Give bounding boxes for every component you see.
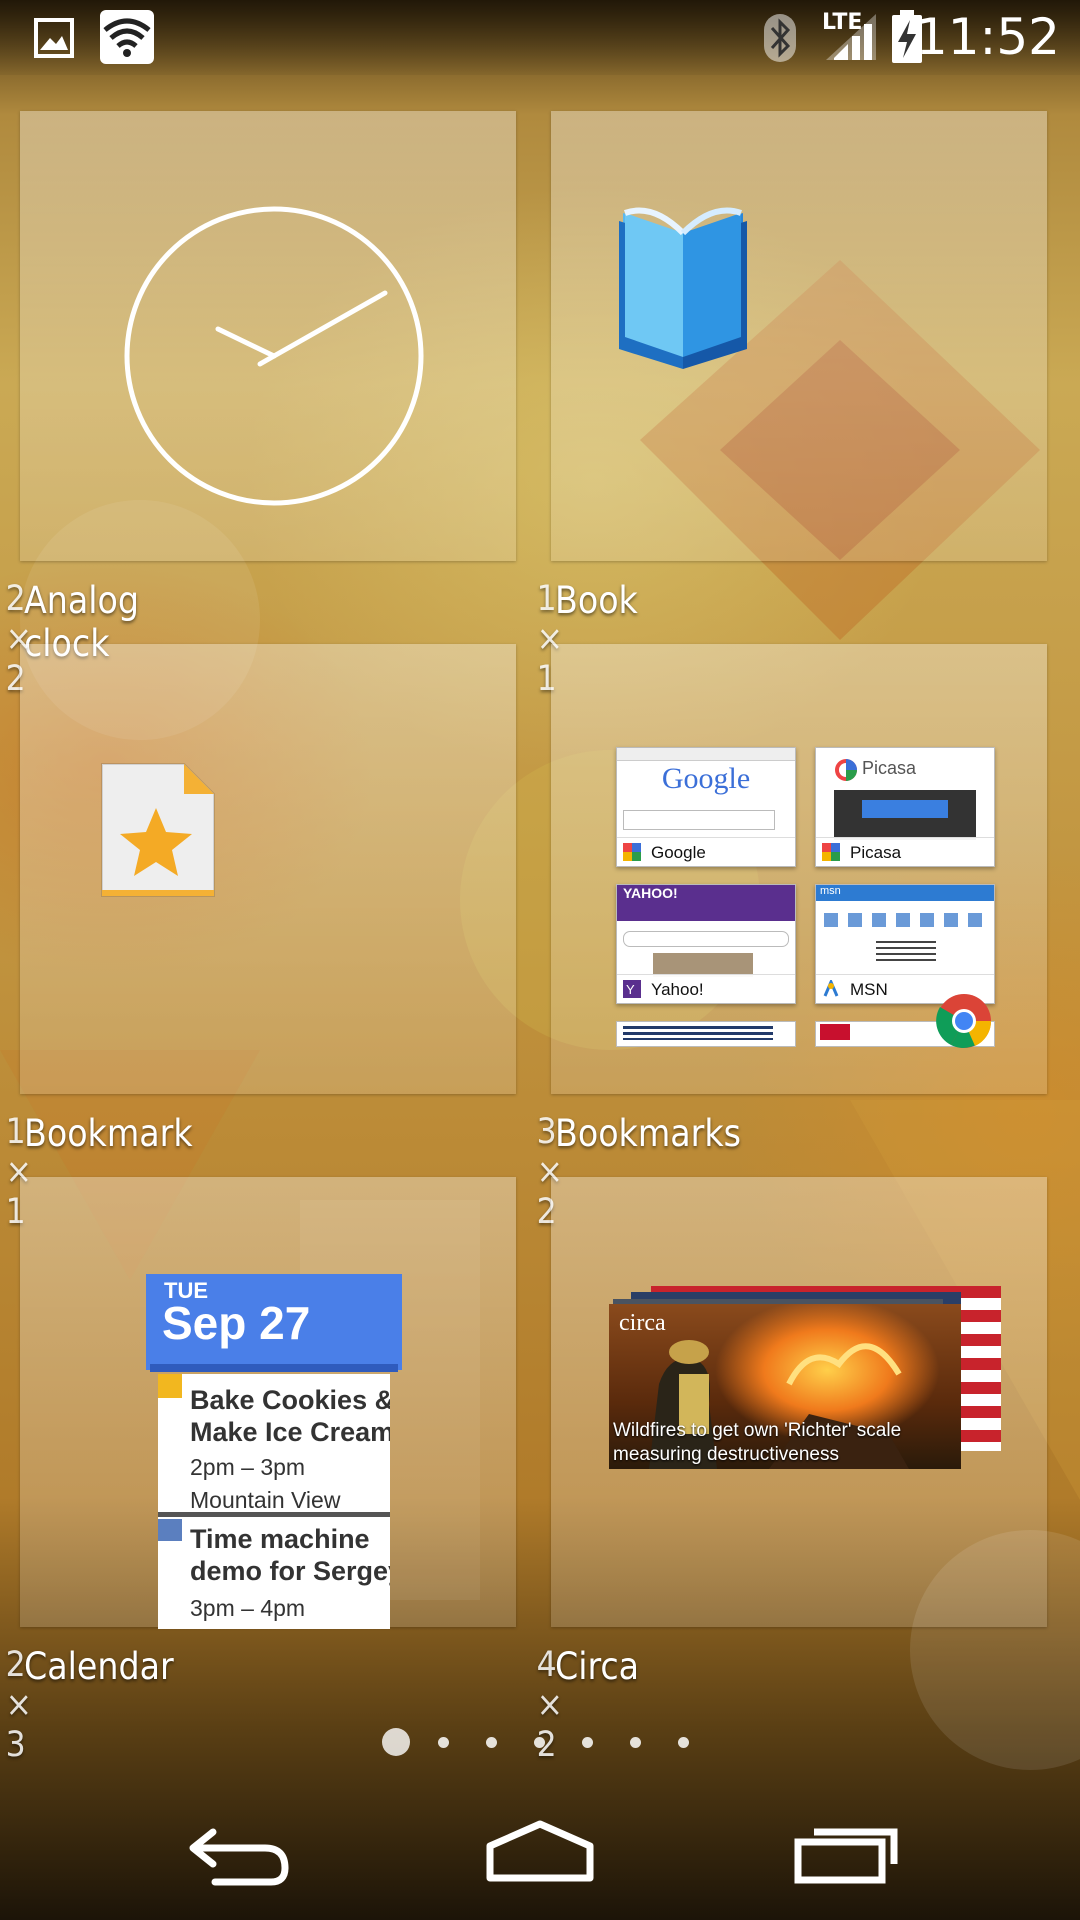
event-title-line2: demo for Sergey bbox=[190, 1556, 390, 1586]
analog-clock-icon bbox=[124, 206, 424, 506]
calendar-header: TUE Sep 27 bbox=[146, 1274, 402, 1370]
book-icon bbox=[619, 207, 747, 369]
calendar-event: Time machine demo for Sergey 3pm – 4pm bbox=[158, 1517, 390, 1629]
yahoo-logo: YAHOO! bbox=[623, 885, 678, 901]
page-dot[interactable] bbox=[630, 1737, 641, 1748]
svg-text:Y: Y bbox=[626, 982, 635, 997]
page-dot[interactable] bbox=[534, 1737, 545, 1748]
bookmark-title: Yahoo! bbox=[651, 980, 704, 999]
back-button[interactable] bbox=[185, 1822, 295, 1892]
circa-card: circa Wildfires to get own 'Richter' sca… bbox=[609, 1304, 961, 1469]
picasa-logo: Picasa bbox=[862, 758, 917, 778]
circa-headline-line2: measuring destructiveness bbox=[613, 1444, 839, 1465]
page-dot[interactable] bbox=[438, 1737, 449, 1748]
yahoo-favicon: Y bbox=[623, 980, 641, 998]
event-time: 2pm – 3pm bbox=[190, 1454, 306, 1480]
bookmark-title: Picasa bbox=[850, 843, 902, 862]
widget-label: Circa bbox=[555, 1645, 640, 1688]
calendar-event: Bake Cookies & Make Ice Cream 2pm – 3pm … bbox=[158, 1374, 390, 1512]
event-title-line1: Bake Cookies & bbox=[190, 1385, 390, 1415]
widget-preview bbox=[20, 644, 516, 1094]
bookmark-thumb-picasa: Picasa Picasa bbox=[815, 747, 995, 867]
widget-preview bbox=[551, 111, 1047, 561]
bookmark-title: Google bbox=[651, 843, 706, 862]
status-bar: LTE 11:52 bbox=[0, 0, 1080, 75]
recents-button[interactable] bbox=[790, 1818, 900, 1888]
wifi-icon bbox=[100, 10, 154, 64]
bluetooth-icon bbox=[764, 14, 796, 62]
gallery-icon bbox=[34, 18, 74, 58]
widget-label: Calendar bbox=[24, 1645, 174, 1688]
circa-brand: circa bbox=[619, 1310, 666, 1336]
widget-label: Bookmark bbox=[24, 1112, 193, 1155]
bookmark-thumb-google: Google Google bbox=[616, 747, 796, 867]
event-title-line1: Time machine bbox=[190, 1524, 370, 1554]
page-dot[interactable] bbox=[678, 1737, 689, 1748]
signal-icon bbox=[826, 14, 876, 60]
picasa-favicon bbox=[822, 843, 840, 861]
msn-favicon bbox=[823, 980, 839, 997]
google-logo: Google bbox=[661, 762, 751, 795]
bookmark-thumb-partial bbox=[616, 1021, 796, 1047]
widget-label: Bookmarks bbox=[555, 1112, 741, 1155]
widget-preview: circa Wildfires to get own 'Richter' sca… bbox=[551, 1177, 1047, 1627]
page-indicator bbox=[0, 1728, 1080, 1758]
picasa-icon bbox=[835, 759, 857, 781]
clock-time: 11:52 bbox=[915, 8, 1060, 66]
calendar-preview: TUE Sep 27 Bake Cookies & Make Ice Cream… bbox=[146, 1274, 402, 1629]
calendar-date: Sep 27 bbox=[162, 1297, 311, 1349]
bookmark-star-icon bbox=[101, 763, 215, 897]
page-dot[interactable] bbox=[486, 1737, 497, 1748]
page-dot-active[interactable] bbox=[382, 1728, 410, 1756]
home-button[interactable] bbox=[480, 1818, 600, 1888]
chrome-icon bbox=[936, 994, 992, 1048]
event-location: Mountain View bbox=[190, 1487, 341, 1512]
widget-label: Book bbox=[555, 579, 638, 622]
bookmark-thumb-msn: msn MSN bbox=[815, 884, 995, 1004]
event-title-line2: Make Ice Cream bbox=[190, 1417, 390, 1447]
widget-preview: Google Google Picasa Picasa YAHOO! Y Yah… bbox=[551, 644, 1047, 1094]
bookmark-thumb-yahoo: YAHOO! Y Yahoo! bbox=[616, 884, 796, 1004]
widget-preview: TUE Sep 27 Bake Cookies & Make Ice Cream… bbox=[20, 1177, 516, 1629]
event-time: 3pm – 4pm bbox=[190, 1595, 306, 1621]
bookmark-title: MSN bbox=[850, 980, 888, 999]
google-favicon bbox=[623, 843, 641, 861]
msn-logo: msn bbox=[820, 885, 841, 897]
navigation-bar bbox=[0, 1790, 1080, 1920]
circa-headline-line1: Wildfires to get own 'Richter' scale bbox=[613, 1420, 902, 1441]
widget-preview bbox=[20, 111, 516, 561]
page-dot[interactable] bbox=[582, 1737, 593, 1748]
